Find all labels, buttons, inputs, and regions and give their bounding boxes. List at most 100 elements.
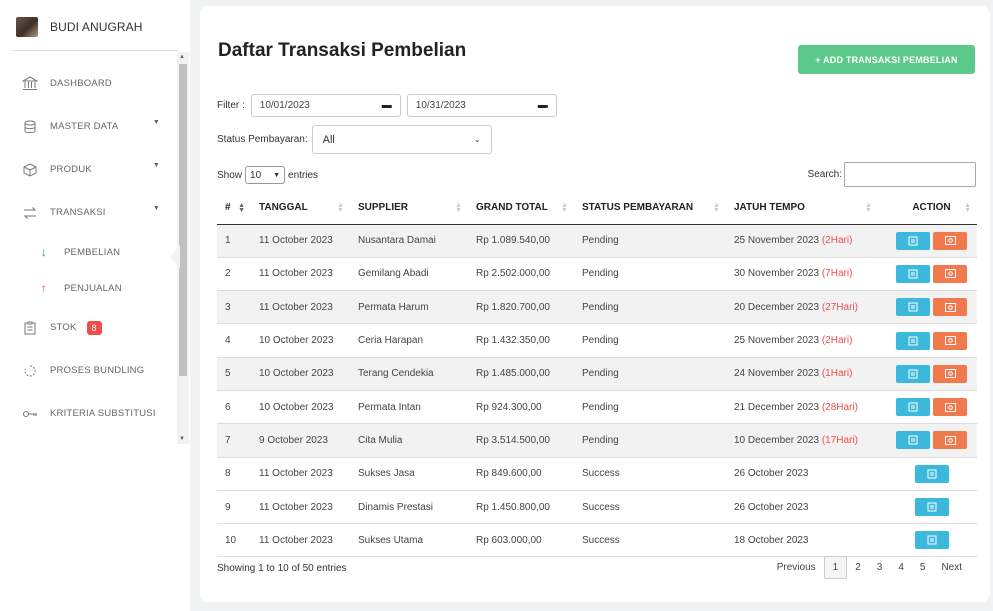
pagination-page-current[interactable]: 1 <box>823 556 848 579</box>
table-row: 1 11 October 2023 Nusantara Damai Rp 1.089.… <box>217 224 977 258</box>
detail-button[interactable] <box>896 331 930 350</box>
payment-button[interactable] <box>933 331 967 350</box>
tempo-date: 25 November 2023 <box>734 235 822 247</box>
pagination-next[interactable]: Next <box>933 562 970 573</box>
cell-grand-total: Rp 1.485.000,00 <box>468 357 574 391</box>
chevron-down-icon: ▼ <box>273 171 281 179</box>
column-header-label: STATUS PEMBAYARAN <box>582 202 694 214</box>
sidebar-item-label: PENJUALAN <box>64 282 122 294</box>
clipboard-icon <box>22 320 38 336</box>
pagination-previous[interactable]: Previous <box>769 562 824 573</box>
scroll-up-icon[interactable]: ▲ <box>179 54 185 60</box>
tempo-date: 20 December 2023 <box>734 301 822 313</box>
cell-action <box>878 357 977 391</box>
cell-supplier: Terang Cendekia <box>350 357 468 391</box>
sidebar-item-transaksi[interactable]: TRANSAKSI ▼ <box>0 191 176 234</box>
cell-no: 1 <box>217 224 251 258</box>
cell-supplier: Permata Harum <box>350 290 468 325</box>
detail-button[interactable] <box>914 531 949 550</box>
user-profile[interactable]: BUDI ANUGRAH <box>12 17 178 51</box>
calendar-icon[interactable]: ▬ <box>538 100 548 111</box>
cell-jatuh-tempo: 24 November 2023 (1Hari) <box>726 357 878 391</box>
cell-tanggal: 11 October 2023 <box>251 457 350 491</box>
payment-button[interactable] <box>933 264 967 283</box>
cell-supplier: Dinamis Prestasi <box>350 490 468 525</box>
document-icon <box>908 369 918 379</box>
cell-supplier: Gemilang Abadi <box>350 257 468 292</box>
payment-button[interactable] <box>933 364 967 383</box>
sidebar-item-master-data[interactable]: MASTER DATA ▼ <box>0 105 176 148</box>
entries-select[interactable]: 10 ▼ <box>245 166 286 184</box>
sort-icon: ▲ ▼ <box>865 202 872 214</box>
column-header-label: ACTION <box>912 202 951 214</box>
sort-icon: ▲ ▼ <box>964 202 971 214</box>
sort-icon: ▲ ▼ <box>238 202 245 214</box>
detail-button[interactable] <box>896 264 930 283</box>
cell-action <box>878 323 977 358</box>
sidebar-item-penjualan[interactable]: ↑ PENJUALAN <box>0 270 176 306</box>
column-header-tanggal[interactable]: TANGGAL ▲ ▼ <box>251 192 350 225</box>
chevron-down-icon: ▼ <box>152 205 160 212</box>
payment-button[interactable] <box>933 231 967 250</box>
document-icon <box>908 302 918 312</box>
cell-tanggal: 11 October 2023 <box>251 490 350 525</box>
search-row: Search: <box>808 162 976 187</box>
pagination-page[interactable]: 2 <box>847 562 869 573</box>
cell-no: 2 <box>217 257 251 292</box>
detail-button[interactable] <box>914 498 949 517</box>
cell-no: 10 <box>217 523 251 558</box>
calendar-icon[interactable]: ▬ <box>382 100 392 111</box>
column-header-jatuh-tempo[interactable]: JATUH TEMPO ▲ ▼ <box>726 192 878 225</box>
table-row: 2 11 October 2023 Gemilang Abadi Rp 2.502.0… <box>217 257 977 292</box>
cell-grand-total: Rp 603.000,00 <box>468 523 574 558</box>
detail-button[interactable] <box>896 364 930 383</box>
status-select[interactable]: All ⌄ <box>311 125 492 154</box>
pagination-page[interactable]: 5 <box>912 562 934 573</box>
sidebar-item-stok[interactable]: STOK 8 <box>0 306 176 349</box>
tempo-date: 26 October 2023 <box>734 468 809 480</box>
date-to-input[interactable]: 10/31/2023 ▬ <box>406 94 557 117</box>
column-header-label: GRAND TOTAL <box>476 202 548 214</box>
detail-button[interactable] <box>914 464 949 483</box>
add-transaksi-button[interactable]: + ADD TRANSAKSI PEMBELIAN <box>798 45 975 74</box>
date-from-input[interactable]: 10/01/2023 ▬ <box>250 94 401 117</box>
sidebar-item-dashboard[interactable]: DASHBOARD <box>0 62 176 105</box>
cell-status: Pending <box>574 257 726 292</box>
money-icon <box>944 402 956 412</box>
document-icon <box>908 269 918 279</box>
detail-button[interactable] <box>896 231 930 250</box>
scroll-down-icon[interactable]: ▼ <box>179 436 185 442</box>
pagination-page[interactable]: 3 <box>869 562 891 573</box>
sidebar-item-pembelian[interactable]: ↓ PEMBELIAN <box>0 234 176 270</box>
detail-button[interactable] <box>896 298 930 317</box>
tempo-date: 26 October 2023 <box>734 501 809 513</box>
status-filter-row: Status Pembayaran: All ⌄ <box>217 125 492 154</box>
active-indicator <box>170 245 180 269</box>
cell-jatuh-tempo: 20 December 2023 (27Hari) <box>726 290 878 325</box>
pagination-page[interactable]: 4 <box>890 562 912 573</box>
payment-button[interactable] <box>933 431 967 450</box>
payment-button[interactable] <box>933 398 967 417</box>
column-header-supplier[interactable]: SUPPLIER ▲ ▼ <box>350 192 468 225</box>
sidebar-item-kriteria-substitusi[interactable]: KRITERIA SUBSTITUSI <box>0 392 176 435</box>
column-header-action[interactable]: ACTION ▲ ▼ <box>878 192 977 225</box>
arrow-up-icon: ↑ <box>40 281 48 295</box>
cell-jatuh-tempo: 26 October 2023 <box>726 457 878 491</box>
column-header-no[interactable]: # ▲ ▼ <box>217 192 251 225</box>
payment-button[interactable] <box>933 298 967 317</box>
cell-no: 9 <box>217 490 251 525</box>
document-icon <box>908 402 918 412</box>
column-header-label: TANGGAL <box>259 202 308 214</box>
table-row: 10 11 October 2023 Sukses Utama Rp 603.000,… <box>217 523 977 558</box>
detail-button[interactable] <box>896 431 930 450</box>
cell-status: Success <box>574 523 726 558</box>
sidebar-item-produk[interactable]: PRODUK ▼ <box>0 148 176 191</box>
column-header-status[interactable]: STATUS PEMBAYARAN ▲ ▼ <box>574 192 726 225</box>
scroll-thumb[interactable] <box>179 64 187 376</box>
cell-grand-total: Rp 924.300,00 <box>468 390 574 425</box>
search-input[interactable] <box>844 162 976 187</box>
column-header-grand-total[interactable]: GRAND TOTAL ▲ ▼ <box>468 192 574 225</box>
cell-jatuh-tempo: 18 October 2023 <box>726 523 878 558</box>
sidebar-item-proses-bundling[interactable]: PROSES BUNDLING <box>0 349 176 392</box>
detail-button[interactable] <box>896 398 930 417</box>
